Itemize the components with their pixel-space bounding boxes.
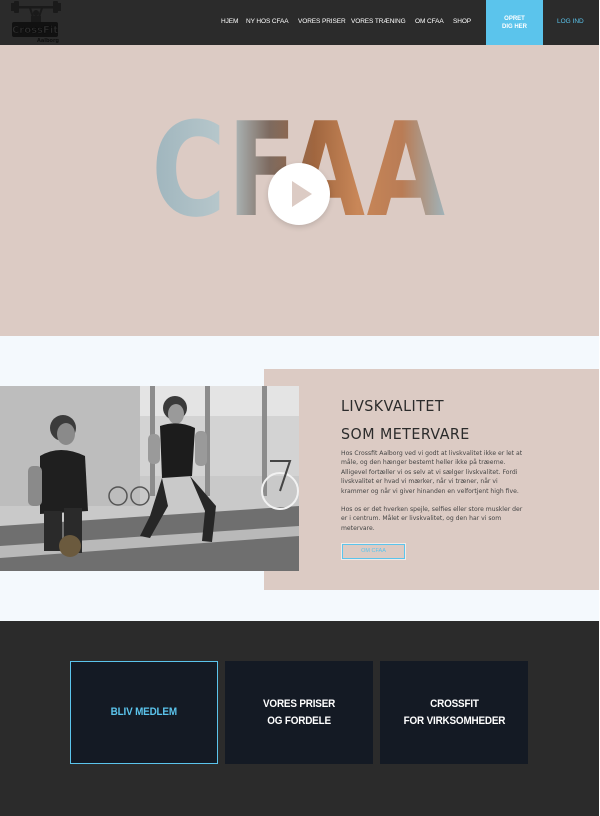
card-vores-priser-label: VORES PRISER OG FORDELE — [263, 696, 335, 730]
nav-item-hjem[interactable]: HJEM — [221, 18, 238, 25]
nav-item-om-cfaa[interactable]: OM CFAA — [415, 18, 444, 25]
om-cfaa-button[interactable]: OM CFAA — [342, 544, 405, 559]
play-video-button[interactable] — [268, 163, 330, 225]
nav-item-vores-traening[interactable]: VORES TRÆNING — [351, 18, 406, 25]
hero-video-section: CFAA — [0, 45, 599, 336]
card-label-line1: VORES PRISER — [262, 697, 336, 710]
card-label-line1: CROSSFIT — [429, 697, 479, 710]
top-navigation: CrossFit Aalborg HJEM NY HOS CFAA VORES … — [0, 0, 599, 45]
signup-button[interactable]: OPRET DIG HER — [486, 0, 543, 45]
card-vores-priser[interactable]: VORES PRISER OG FORDELE — [225, 661, 373, 764]
login-link[interactable]: LOG IND — [557, 18, 584, 25]
nav-item-shop[interactable]: SHOP — [453, 18, 471, 25]
signup-button-line1: OPRET — [504, 16, 525, 22]
card-crossfit-virksomheder-label: CROSSFIT FOR VIRKSOMHEDER — [403, 696, 505, 730]
play-icon — [292, 181, 312, 207]
card-bliv-medlem-label: BLIV MEDLEM — [111, 704, 177, 721]
card-bliv-medlem[interactable]: BLIV MEDLEM — [70, 661, 218, 764]
svg-text:Aalborg: Aalborg — [37, 38, 59, 44]
card-label-line2: FOR VIRKSOMHEDER — [403, 714, 505, 727]
about-heading-line2: SOM METERVARE — [341, 425, 470, 443]
nav-item-ny-hos-cfaa[interactable]: NY HOS CFAA — [246, 18, 289, 25]
signup-button-line2: DIG HER — [501, 24, 527, 30]
about-paragraph-1: Hos Crossfit Aalborg ved vi godt at livs… — [341, 450, 523, 495]
card-crossfit-virksomheder[interactable]: CROSSFIT FOR VIRKSOMHEDER — [380, 661, 528, 764]
svg-text:CrossFit: CrossFit — [12, 25, 58, 36]
card-label-line1: BLIV MEDLEM — [110, 706, 178, 718]
about-heading-line1: LIVSKVALITET — [341, 397, 445, 415]
nav-item-vores-priser[interactable]: VORES PRISER — [298, 18, 346, 25]
card-label-line2: OG FORDELE — [267, 714, 331, 727]
about-paragraph-2: Hos os er det hverken spejle, selfies el… — [341, 506, 523, 532]
crossfit-aalborg-logo[interactable]: CrossFit Aalborg — [10, 0, 62, 44]
training-photo — [0, 386, 299, 571]
